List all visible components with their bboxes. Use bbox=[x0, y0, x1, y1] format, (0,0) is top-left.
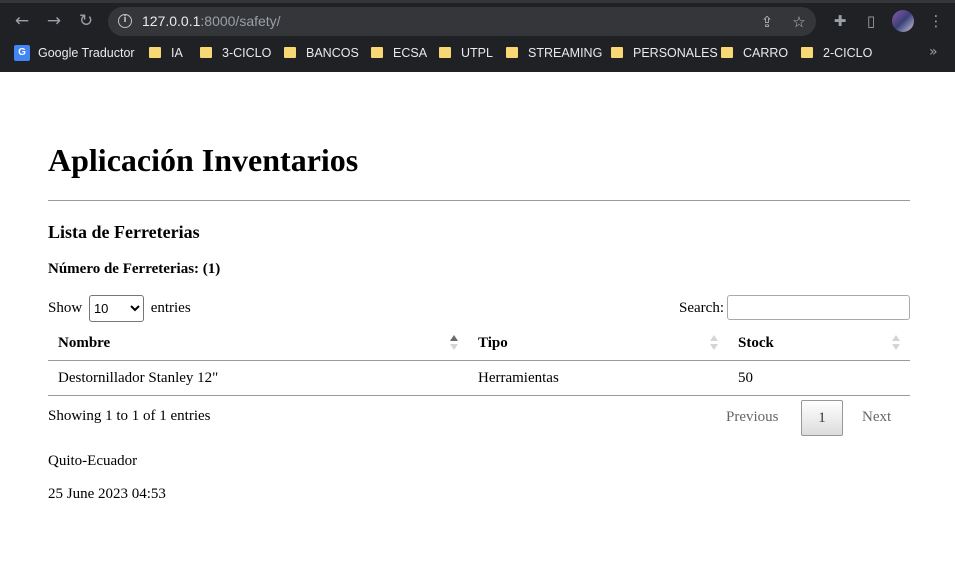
google-translate-icon: G bbox=[14, 44, 30, 61]
page-length-control: Show 10 entries bbox=[48, 295, 191, 322]
page-1-button[interactable]: 1 bbox=[801, 400, 843, 436]
folder-icon bbox=[801, 47, 813, 59]
column-label: Nombre bbox=[58, 334, 111, 351]
site-info-icon[interactable]: i bbox=[118, 14, 132, 28]
folder-icon bbox=[721, 47, 733, 59]
reload-icon[interactable]: ↻ bbox=[76, 11, 96, 31]
pagination: Previous 1 Next bbox=[726, 400, 910, 436]
bookmark-folder-personales[interactable]: PERSONALES bbox=[611, 45, 718, 61]
cell-tipo: Herramientas bbox=[468, 360, 728, 396]
browser-toolbar: ← → ↻ i 127.0.0.1:8000/safety/ ⇪ ☆ ✚ ▯ ⋮ bbox=[0, 3, 955, 39]
sort-icon bbox=[710, 335, 718, 351]
table-header-row: Nombre Tipo Stock bbox=[48, 326, 910, 361]
bookmark-label: PERSONALES bbox=[633, 46, 718, 60]
folder-icon bbox=[611, 47, 623, 59]
search-input[interactable] bbox=[727, 295, 910, 320]
bookmark-folder-3-ciclo[interactable]: 3-CICLO bbox=[200, 45, 271, 61]
column-header-nombre[interactable]: Nombre bbox=[48, 326, 468, 361]
bookmark-folder-streaming[interactable]: STREAMING bbox=[506, 45, 602, 61]
entries-label: entries bbox=[150, 300, 191, 316]
show-label: Show bbox=[48, 300, 83, 316]
browser-chrome: ← → ↻ i 127.0.0.1:8000/safety/ ⇪ ☆ ✚ ▯ ⋮… bbox=[0, 0, 955, 72]
search-label: Search: bbox=[679, 300, 724, 316]
bookmark-label: CARRO bbox=[743, 46, 789, 60]
bookmark-label: BANCOS bbox=[306, 46, 359, 60]
bookmark-folder-ia[interactable]: IA bbox=[149, 45, 183, 61]
address-bar[interactable]: i 127.0.0.1:8000/safety/ ⇪ ☆ bbox=[108, 7, 816, 36]
cell-stock: 50 bbox=[728, 360, 910, 396]
column-header-tipo[interactable]: Tipo bbox=[468, 326, 728, 361]
bookmark-folder-2-ciclo[interactable]: 2-CICLO bbox=[801, 45, 872, 61]
folder-icon bbox=[284, 47, 296, 59]
bookmark-label: 3-CICLO bbox=[222, 46, 272, 60]
page-title: Aplicación Inventarios bbox=[48, 142, 359, 178]
profile-avatar[interactable] bbox=[892, 10, 914, 32]
bookmark-folder-bancos[interactable]: BANCOS bbox=[284, 45, 359, 61]
side-panel-icon[interactable]: ▯ bbox=[862, 12, 880, 30]
bookmark-folder-utpl[interactable]: UTPL bbox=[439, 45, 493, 61]
extensions-icon[interactable]: ✚ bbox=[831, 12, 849, 30]
bookmark-folder-carro[interactable]: CARRO bbox=[721, 45, 788, 61]
bookmark-label: Google Traductor bbox=[38, 46, 135, 60]
folder-icon bbox=[200, 47, 212, 59]
footer-location: Quito-Ecuador bbox=[48, 453, 138, 469]
folder-icon bbox=[149, 47, 161, 59]
folder-icon bbox=[506, 47, 518, 59]
menu-icon[interactable]: ⋮ bbox=[927, 12, 945, 30]
column-label: Stock bbox=[738, 334, 774, 351]
section-title: Lista de Ferreterias bbox=[48, 222, 200, 242]
horizontal-divider bbox=[48, 200, 910, 201]
bookmark-label: 2-CICLO bbox=[823, 46, 873, 60]
bookmark-label: ECSA bbox=[393, 46, 428, 60]
bookmarks-bar: G Google Traductor IA 3-CICLO BANCOS ECSA… bbox=[0, 40, 955, 66]
bookmark-google-traductor[interactable]: G Google Traductor bbox=[14, 44, 135, 61]
url-text[interactable]: 127.0.0.1:8000/safety/ bbox=[142, 13, 281, 29]
sort-ascending-icon bbox=[450, 335, 458, 351]
back-icon[interactable]: ← bbox=[12, 11, 32, 31]
url-path: :8000/safety/ bbox=[200, 13, 281, 29]
share-icon[interactable]: ⇪ bbox=[758, 13, 776, 31]
table-row: Destornillador Stanley 12" Herramientas … bbox=[48, 360, 910, 396]
page-length-select[interactable]: 10 bbox=[88, 295, 144, 322]
folder-icon bbox=[439, 47, 451, 59]
bookmark-label: IA bbox=[171, 46, 183, 60]
bookmark-label: STREAMING bbox=[528, 46, 603, 60]
bookmark-star-icon[interactable]: ☆ bbox=[790, 13, 808, 31]
ferreterias-table: Nombre Tipo Stock Destornillador Stanley… bbox=[48, 326, 910, 396]
bookmark-folder-ecsa[interactable]: ECSA bbox=[371, 45, 427, 61]
record-count: Número de Ferreterias: (1) bbox=[48, 261, 221, 277]
folder-icon bbox=[371, 47, 383, 59]
column-header-stock[interactable]: Stock bbox=[728, 326, 910, 361]
previous-button[interactable]: Previous bbox=[726, 400, 779, 434]
bookmarks-overflow-icon[interactable]: » bbox=[929, 44, 938, 60]
bookmark-label: UTPL bbox=[461, 46, 493, 60]
column-label: Tipo bbox=[478, 334, 508, 351]
next-button[interactable]: Next bbox=[862, 400, 891, 434]
forward-icon[interactable]: → bbox=[44, 11, 64, 31]
search-control: Search: bbox=[679, 295, 910, 322]
table-info: Showing 1 to 1 of 1 entries bbox=[48, 408, 211, 424]
url-host: 127.0.0.1 bbox=[142, 13, 201, 29]
sort-icon bbox=[892, 335, 900, 351]
footer-date: 25 June 2023 04:53 bbox=[48, 486, 166, 502]
cell-nombre: Destornillador Stanley 12" bbox=[48, 360, 468, 396]
